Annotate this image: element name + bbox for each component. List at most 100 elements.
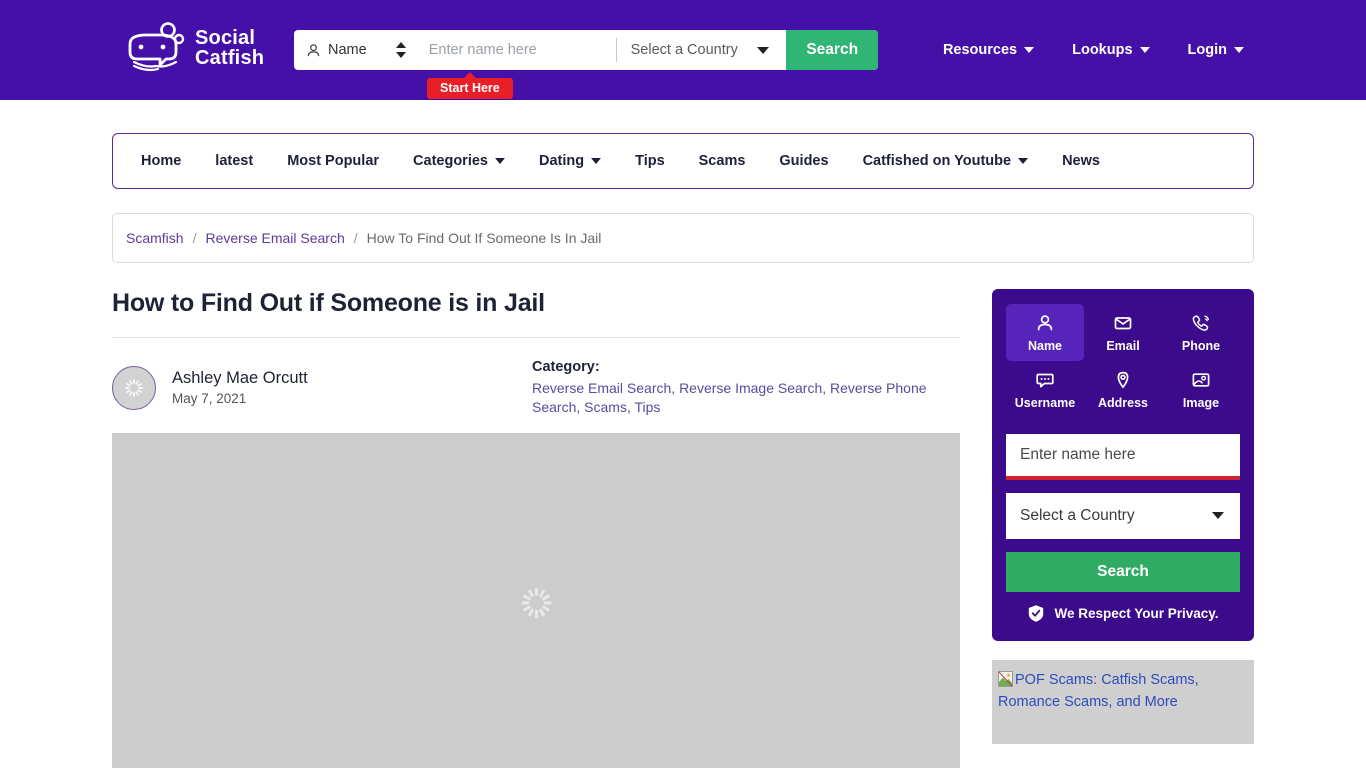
photo-icon <box>1192 372 1210 387</box>
nav-item-guides[interactable]: Guides <box>779 153 828 169</box>
loading-spinner-icon <box>125 378 143 397</box>
nav-item-most-popular[interactable]: Most Popular <box>287 153 379 169</box>
nav-item-categories[interactable]: Categories <box>413 153 505 169</box>
promo-alt-label: POF Scams: Catfish Scams, Romance Scams,… <box>998 672 1199 710</box>
author-block: Ashley Mae Orcutt May 7, 2021 <box>112 359 532 417</box>
chevron-down-icon <box>1024 47 1035 53</box>
header-link-login[interactable]: Login <box>1188 42 1244 58</box>
loading-spinner-icon <box>521 587 551 618</box>
start-here-badge: Start Here <box>427 78 513 99</box>
phone-icon <box>1192 314 1209 331</box>
nav-item-dating[interactable]: Dating <box>538 153 602 169</box>
category-link-reverse-email-search[interactable]: Reverse Email Search <box>532 380 671 396</box>
stepper-arrows-icon[interactable] <box>395 42 406 58</box>
nav-item-home[interactable]: Home <box>141 153 181 169</box>
category-link-scams[interactable]: Scams <box>584 399 627 415</box>
breadcrumb-item-scamfish[interactable]: Scamfish <box>126 230 184 246</box>
breadcrumb-separator: / <box>192 230 197 246</box>
header-search-button[interactable]: Search <box>786 30 879 70</box>
sidebar: Name Email Phone Username Address Image … <box>992 263 1254 768</box>
tab-username-label: Username <box>1014 395 1076 410</box>
logo-text-social: Social <box>195 27 256 49</box>
header-country-select[interactable]: Select a Country <box>617 30 787 70</box>
tab-image-label: Image <box>1182 395 1220 410</box>
header-nav-links: Resources Lookups Login <box>943 0 1244 100</box>
nav-label: Dating <box>538 153 585 169</box>
category-links: Reverse Email Search, Reverse Image Sear… <box>532 380 927 415</box>
nav-item-news[interactable]: News <box>1062 153 1100 169</box>
chevron-down-icon <box>757 47 770 54</box>
logo-wordmark: Social Catfish <box>195 28 264 68</box>
chevron-down-icon <box>1139 47 1150 53</box>
tab-username[interactable]: Username <box>1006 361 1084 418</box>
tab-address-label: Address <box>1097 395 1149 410</box>
author-text: Ashley Mae Orcutt May 7, 2021 <box>172 369 308 406</box>
search-type-selector[interactable]: Name <box>294 30 419 70</box>
promo-alt-text: POF Scams: Catfish Scams, Romance Scams,… <box>998 670 1250 714</box>
category-label: Category: <box>532 359 600 375</box>
chevron-down-icon <box>591 158 602 164</box>
header-link-login-label: Login <box>1187 42 1227 58</box>
nav-label: Home <box>141 153 182 169</box>
tab-phone[interactable]: Phone <box>1162 304 1240 361</box>
sidebar-search-button[interactable]: Search <box>1006 552 1240 592</box>
nav-label: Categories <box>413 153 488 169</box>
chevron-down-icon <box>494 158 505 164</box>
tab-name-label: Name <box>1027 338 1063 353</box>
nav-label: Tips <box>635 153 665 169</box>
avatar <box>112 365 156 410</box>
nav-label: latest <box>215 153 254 169</box>
site-logo[interactable]: Social Catfish <box>124 22 264 74</box>
header-country-label: Select a Country <box>630 42 738 58</box>
breadcrumb-separator: / <box>353 230 358 246</box>
category-link-reverse-image-search[interactable]: Reverse Image Search <box>679 380 822 396</box>
nav-item-catfished-on-youtube[interactable]: Catfished on Youtube <box>863 153 1029 169</box>
tab-image[interactable]: Image <box>1162 361 1240 418</box>
tab-phone-label: Phone <box>1181 338 1221 353</box>
tab-email[interactable]: Email <box>1084 304 1162 361</box>
sidebar-name-input[interactable] <box>1006 434 1240 480</box>
tab-email-label: Email <box>1106 338 1140 353</box>
chevron-down-icon <box>1212 512 1224 519</box>
breadcrumb: Scamfish / Reverse Email Search / How To… <box>112 213 1254 263</box>
promo-broken-image[interactable]: POF Scams: Catfish Scams, Romance Scams,… <box>992 660 1254 744</box>
breadcrumb-item-reverse-email-search[interactable]: Reverse Email Search <box>205 230 344 246</box>
nav-item-scams[interactable]: Scams <box>699 153 746 169</box>
nav-item-tips[interactable]: Tips <box>635 153 665 169</box>
header-search-bar: Name Select a Country Search <box>294 30 879 70</box>
header-link-resources-label: Resources <box>942 42 1018 58</box>
nav-item-latest[interactable]: latest <box>215 153 253 169</box>
author-name: Ashley Mae Orcutt <box>172 369 308 388</box>
category-block: Category: Reverse Email Search, Reverse … <box>532 359 932 417</box>
envelope-icon <box>1114 316 1132 329</box>
chat-bubble-icon <box>1036 373 1054 388</box>
main-navigation: Home latest Most Popular Categories Dati… <box>112 133 1254 189</box>
person-icon <box>1037 314 1053 330</box>
header-link-lookups[interactable]: Lookups <box>1072 42 1150 58</box>
search-type-label: Name <box>328 42 367 58</box>
header-name-input[interactable] <box>418 30 616 70</box>
sidebar-country-select[interactable]: Select a Country <box>1006 493 1240 539</box>
nav-label: Catfished on Youtube <box>862 153 1012 169</box>
sidebar-search-form: Select a Country Search We Respect Your … <box>1006 434 1240 623</box>
nav-label: News <box>1062 153 1100 169</box>
broken-image-icon <box>998 671 1013 687</box>
map-pin-icon <box>1117 371 1129 388</box>
article-meta: Ashley Mae Orcutt May 7, 2021 Category: … <box>112 359 960 417</box>
header-link-resources[interactable]: Resources <box>942 42 1035 58</box>
breadcrumb-item-current: How To Find Out If Someone Is In Jail <box>366 230 602 246</box>
sidebar-country-label: Select a Country <box>1020 507 1135 524</box>
nav-label: Guides <box>779 153 829 169</box>
page-title: How to Find Out if Someone is in Jail <box>112 289 545 317</box>
logo-text-catfish: Catfish <box>195 47 265 69</box>
chevron-down-icon <box>1018 158 1029 164</box>
page-body: How to Find Out if Someone is in Jail As… <box>112 263 1254 768</box>
nav-label: Most Popular <box>287 153 380 169</box>
article-hero-image-placeholder <box>112 432 960 768</box>
person-icon <box>307 43 320 56</box>
title-divider <box>112 337 960 338</box>
site-header: Social Catfish Name Select a Country Sea… <box>0 0 1366 100</box>
tab-name[interactable]: Name <box>1006 304 1084 361</box>
category-link-tips[interactable]: Tips <box>634 399 660 415</box>
tab-address[interactable]: Address <box>1084 361 1162 418</box>
